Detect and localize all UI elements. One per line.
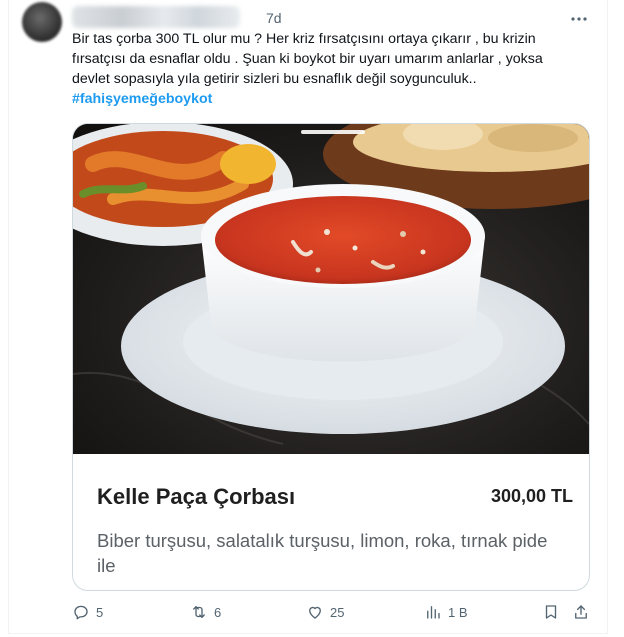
author-name-redacted[interactable]: [72, 6, 240, 28]
tweet-text: Bir tas çorba 300 TL olur mu ? Her kriz …: [72, 29, 592, 109]
tweet-text-line: devlet sopasıyla yıla getirir sizleri bu…: [72, 71, 477, 87]
views-icon: [427, 606, 440, 619]
tweet-text-line: fırsatçısı da esnaflar oldu . Şuan ki bo…: [72, 51, 543, 67]
more-button[interactable]: [568, 8, 590, 30]
tweet-time[interactable]: 7d: [266, 10, 282, 26]
share-button[interactable]: [572, 600, 590, 624]
avatar[interactable]: [22, 2, 62, 42]
card-title: Kelle Paça Çorbası: [97, 484, 296, 509]
more-icon: [571, 17, 587, 21]
like-button[interactable]: 25: [306, 600, 344, 624]
reply-button[interactable]: 5: [72, 600, 103, 624]
card-description: Biber turşusu, salatalık turşusu, limon,…: [97, 530, 548, 576]
views-count: 1 B: [448, 604, 468, 620]
like-count: 25: [330, 604, 345, 620]
bookmark-icon: [545, 605, 557, 619]
tweet-actions: 5 6 25 1 B: [72, 600, 590, 624]
tweet-text-line: Bir tas çorba 300 TL olur mu ? Her kriz …: [72, 31, 536, 47]
image-drag-handle: [301, 130, 365, 134]
hashtag-link[interactable]: #fahişyemeğeboykot: [72, 89, 212, 109]
retweet-button[interactable]: 6: [190, 600, 221, 624]
reply-count: 5: [96, 604, 104, 620]
heart-icon: [309, 606, 321, 619]
card-price: 300,00 TL: [490, 486, 573, 506]
bookmark-button[interactable]: [542, 600, 560, 624]
views-button[interactable]: 1 B: [424, 600, 468, 624]
product-card[interactable]: Kelle Paça Çorbası 300,00 TL Biber turşu…: [72, 123, 590, 591]
retweet-icon: [193, 606, 205, 618]
share-icon: [575, 605, 587, 619]
soup-photo: [73, 124, 589, 454]
reply-icon: [74, 605, 88, 620]
retweet-count: 6: [214, 604, 222, 620]
